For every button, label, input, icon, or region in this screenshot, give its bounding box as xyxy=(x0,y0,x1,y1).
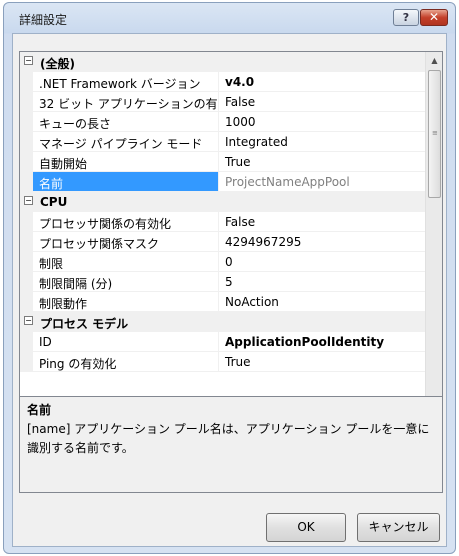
row-margin xyxy=(20,172,33,192)
row-margin xyxy=(20,212,33,232)
property-row[interactable]: 32 ビット アプリケーションの有 False xyxy=(20,92,425,112)
property-value[interactable]: 5 xyxy=(219,272,425,292)
property-row[interactable]: 自動開始 True xyxy=(20,152,425,172)
row-margin xyxy=(20,132,33,152)
property-row[interactable]: .NET Framework バージョン v4.0 xyxy=(20,72,425,92)
row-margin xyxy=(20,252,33,272)
property-row[interactable]: プロセッサ関係の有効化 False xyxy=(20,212,425,232)
property-row[interactable]: ID ApplicationPoolIdentity xyxy=(20,332,425,352)
property-name[interactable]: キューの長さ xyxy=(33,112,219,132)
property-value[interactable]: ApplicationPoolIdentity xyxy=(219,332,425,352)
description-text: [name] アプリケーション プール名は、アプリケーション プールを一意に識別… xyxy=(27,422,430,455)
property-name[interactable]: Ping の有効化 xyxy=(33,352,219,372)
property-row[interactable]: キューの長さ 1000 xyxy=(20,112,425,132)
scroll-thumb[interactable]: ≡ xyxy=(428,70,441,198)
collapse-icon[interactable]: − xyxy=(24,56,33,65)
property-name[interactable]: プロセッサ関係の有効化 xyxy=(33,212,219,232)
property-name[interactable]: 名前 xyxy=(33,172,219,192)
property-value[interactable]: True xyxy=(219,352,425,372)
property-row[interactable]: プロセッサ関係マスク 4294967295 xyxy=(20,232,425,252)
row-margin xyxy=(20,352,33,372)
row-margin xyxy=(20,332,33,352)
property-name[interactable]: 制限 xyxy=(33,252,219,272)
property-name[interactable]: ID xyxy=(33,332,219,352)
property-value[interactable]: False xyxy=(219,92,425,112)
property-value[interactable]: 0 xyxy=(219,252,425,272)
category-row[interactable]: − プロセス モデル xyxy=(20,312,425,332)
ok-button[interactable]: OK xyxy=(266,513,346,542)
property-name[interactable]: 制限動作 xyxy=(33,292,219,312)
description-title: 名前 xyxy=(27,403,52,417)
row-margin xyxy=(20,92,33,112)
description-panel: 名前 [name] アプリケーション プール名は、アプリケーション プールを一意… xyxy=(19,396,443,493)
property-row[interactable]: 名前 ProjectNameAppPool xyxy=(20,172,425,192)
property-value[interactable]: 4294967295 xyxy=(219,232,425,252)
property-value[interactable]: NoAction xyxy=(219,292,425,312)
property-value[interactable]: False xyxy=(219,212,425,232)
row-margin xyxy=(20,72,33,92)
property-name[interactable]: 32 ビット アプリケーションの有 xyxy=(33,92,219,112)
collapse-icon[interactable]: − xyxy=(24,316,33,325)
property-value[interactable]: True xyxy=(219,152,425,172)
property-name[interactable]: プロセッサ関係マスク xyxy=(33,232,219,252)
property-value[interactable]: Integrated xyxy=(219,132,425,152)
category-label: プロセス モデル xyxy=(40,317,129,331)
vertical-scrollbar[interactable]: ▲ ≡ ▼ xyxy=(425,52,442,423)
grip-icon: ≡ xyxy=(432,129,438,137)
property-row[interactable]: 制限動作 NoAction xyxy=(20,292,425,312)
category-label: (全般) xyxy=(40,57,75,71)
property-row[interactable]: Ping の有効化 True xyxy=(20,352,425,372)
collapse-icon[interactable]: − xyxy=(24,196,33,205)
category-row[interactable]: − CPU xyxy=(20,192,425,212)
property-row[interactable]: 制限間隔 (分) 5 xyxy=(20,272,425,292)
row-margin xyxy=(20,292,33,312)
property-name[interactable]: 自動開始 xyxy=(33,152,219,172)
help-button[interactable]: ? xyxy=(393,9,419,26)
property-name[interactable]: 制限間隔 (分) xyxy=(33,272,219,292)
property-name[interactable]: .NET Framework バージョン xyxy=(33,72,219,92)
category-label: CPU xyxy=(40,195,68,209)
title-bar[interactable]: 詳細設定 ? ✕ xyxy=(4,3,455,33)
window-title: 詳細設定 xyxy=(19,13,68,27)
cancel-button[interactable]: キャンセル xyxy=(357,513,440,542)
row-margin xyxy=(20,272,33,292)
close-button[interactable]: ✕ xyxy=(420,9,448,26)
property-row[interactable]: 制限 0 xyxy=(20,252,425,272)
row-margin xyxy=(20,232,33,252)
category-row[interactable]: − (全般) xyxy=(20,52,425,72)
property-name[interactable]: マネージ パイプライン モード xyxy=(33,132,219,152)
scroll-up-icon[interactable]: ▲ xyxy=(426,52,442,69)
row-margin xyxy=(20,152,33,172)
property-grid[interactable]: − (全般) .NET Framework バージョン v4.0 32 ビット アプリケ… xyxy=(19,51,443,424)
property-value[interactable]: v4.0 xyxy=(219,72,425,92)
property-value[interactable]: ProjectNameAppPool xyxy=(219,172,425,192)
property-value[interactable]: 1000 xyxy=(219,112,425,132)
property-row[interactable]: マネージ パイプライン モード Integrated xyxy=(20,132,425,152)
row-margin xyxy=(20,112,33,132)
